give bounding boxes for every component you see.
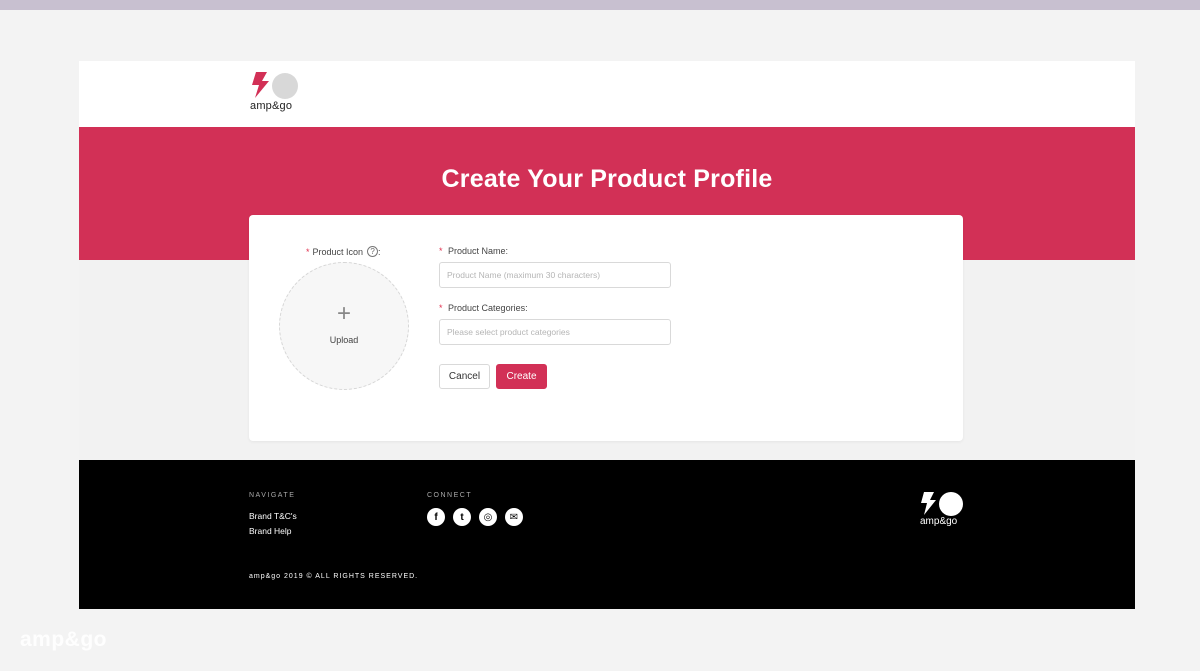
product-icon-label: * Product Icon ? : (306, 246, 381, 257)
facebook-icon[interactable]: f (427, 508, 445, 526)
label-colon: : (378, 246, 381, 257)
product-categories-select[interactable] (439, 319, 671, 345)
navigate-heading: NAVIGATE (249, 492, 296, 499)
footer-link-help[interactable]: Brand Help (249, 526, 292, 536)
create-button[interactable]: Create (496, 364, 547, 389)
required-mark: * (306, 246, 310, 257)
twitter-icon[interactable]: t (453, 508, 471, 526)
product-categories-label: * Product Categories: (439, 303, 528, 313)
page-title: Create Your Product Profile (441, 165, 773, 193)
social-links: f t ◎ ✉ (427, 508, 523, 526)
brand-logo-text: amp&go (250, 100, 293, 112)
site-footer: NAVIGATE Brand T&C's Brand Help CONNECT … (79, 460, 1135, 609)
plus-icon: + (336, 300, 351, 327)
connect-heading: CONNECT (427, 492, 473, 499)
product-form-card: * Product Icon ? : + Upload * Product Na… (249, 215, 963, 441)
brand-logo[interactable]: amp&go (249, 72, 303, 114)
product-icon-label-text: Product Icon (312, 246, 364, 257)
footer-logo[interactable]: amp&go (919, 492, 967, 530)
site-header: amp&go (79, 61, 1135, 127)
product-name-input[interactable] (439, 262, 671, 288)
email-icon[interactable]: ✉ (505, 508, 523, 526)
footer-logo-icon (921, 492, 963, 516)
required-mark: * (439, 303, 443, 313)
watermark-logo: amp&go (20, 628, 107, 651)
footer-link-terms[interactable]: Brand T&C's (249, 511, 297, 521)
icon-upload-button[interactable]: + Upload (279, 262, 409, 390)
required-mark: * (439, 246, 443, 256)
product-name-label-text: Product Name: (448, 246, 509, 256)
instagram-icon[interactable]: ◎ (479, 508, 497, 526)
copyright-text: amp&go 2019 © ALL RIGHTS RESERVED. (249, 573, 419, 580)
product-categories-label-text: Product Categories: (448, 303, 528, 313)
top-strip (0, 0, 1200, 10)
question-circle-icon[interactable]: ? (367, 246, 379, 257)
brand-logo-icon (252, 72, 298, 99)
footer-logo-text: amp&go (920, 516, 958, 527)
cancel-button[interactable]: Cancel (439, 364, 490, 389)
page-frame: amp&go Create Your Product Profile * Pro… (79, 61, 1135, 609)
product-name-label: * Product Name: (439, 246, 508, 256)
upload-label: Upload (329, 335, 359, 345)
